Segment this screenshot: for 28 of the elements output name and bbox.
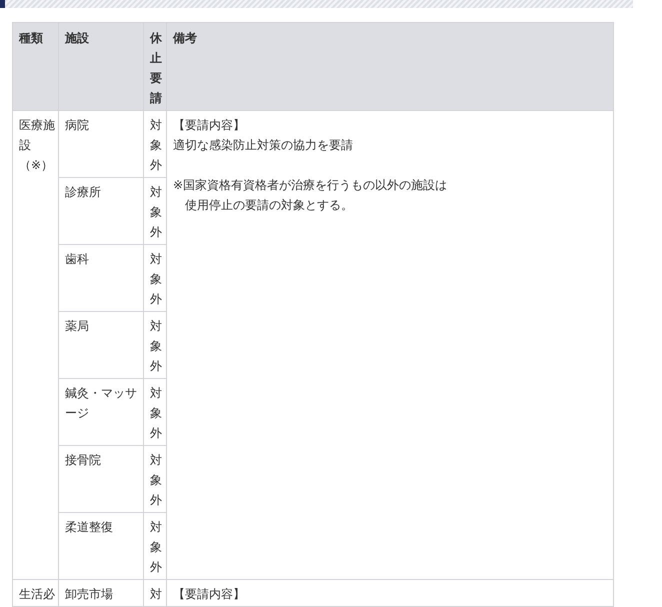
remark-text: 適切な感染防止対策の協力を要請	[173, 137, 353, 154]
banner-accent	[0, 0, 5, 8]
column-header: 休止要請	[150, 30, 162, 107]
table-cell: 接骨院	[65, 453, 101, 467]
remark-heading: 【要請内容】	[173, 586, 245, 603]
table-cell-text: 対象外	[150, 385, 162, 442]
table-cell-text: 対象外	[150, 519, 162, 576]
table-cell-text: 対象外	[150, 251, 162, 308]
table-cell-text: 対	[150, 586, 162, 603]
table-cell-text: 対象外	[150, 318, 162, 375]
table-cell-text: 対象外	[150, 117, 162, 174]
column-header: 備考	[173, 31, 197, 45]
table-cell: 診療所	[65, 185, 101, 199]
table-cell-text: 対象外	[150, 452, 162, 509]
remark-heading: 【要請内容】	[173, 117, 245, 134]
table-cell-text: 医療施設（※）	[19, 117, 55, 174]
remark-note: ※国家資格有資格者が治療を行うもの以外の施設は	[173, 177, 448, 194]
table-cell: 柔道整復	[65, 520, 113, 534]
remark-note: 使用停止の要請の対象とする。	[185, 197, 353, 214]
table-cell-text: 生活必	[19, 586, 55, 603]
table-cell: 卸売市場	[65, 587, 113, 601]
table-cell: 薬局	[65, 319, 89, 333]
column-header: 施設	[65, 31, 89, 45]
table-cell-text: 対象外	[150, 184, 162, 241]
table-cell: 鍼灸・マッサージ	[65, 386, 137, 420]
table-cell: 歯科	[65, 252, 89, 266]
column-header: 種類	[19, 31, 43, 45]
table-cell: 病院	[65, 118, 89, 132]
